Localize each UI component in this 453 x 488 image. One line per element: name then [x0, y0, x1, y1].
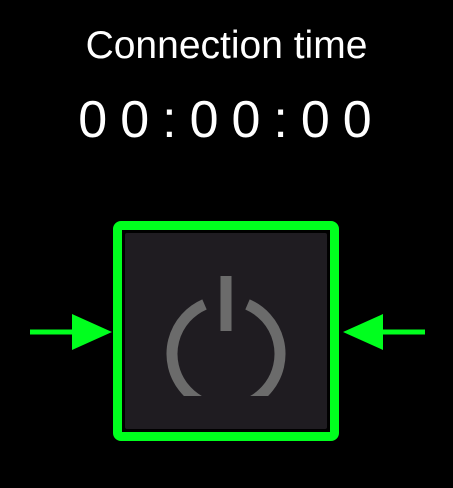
power-button[interactable] — [125, 233, 327, 429]
power-button-highlight — [113, 221, 339, 441]
arrow-right-icon — [28, 312, 116, 352]
arrow-left-icon — [339, 312, 427, 352]
connection-timer: 00:00:00 — [78, 91, 385, 149]
power-icon — [161, 266, 291, 396]
connection-time-label: Connection time — [85, 24, 368, 67]
